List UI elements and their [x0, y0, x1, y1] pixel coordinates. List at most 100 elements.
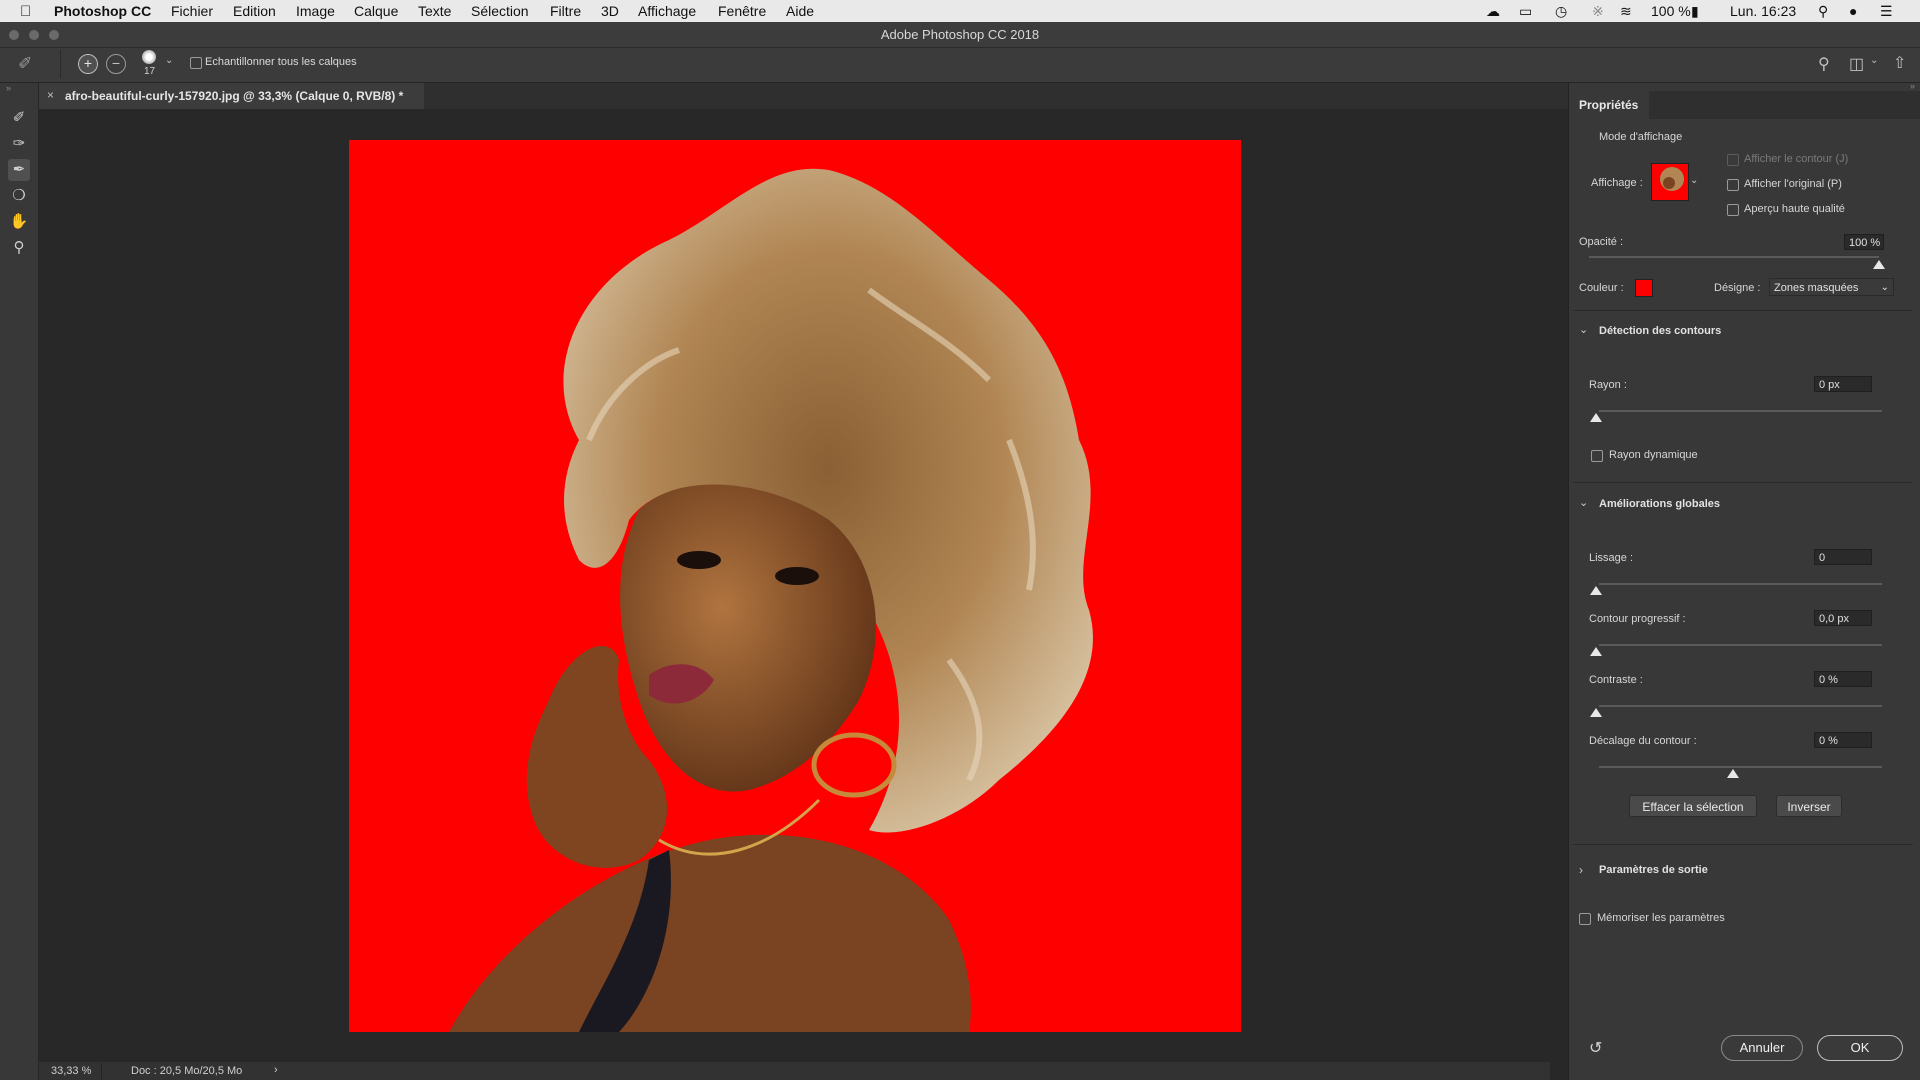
smart-radius-checkbox[interactable]	[1591, 450, 1603, 462]
time-machine-icon[interactable]: ◷	[1555, 3, 1567, 20]
view-mode-chevron-down-icon[interactable]: ⌄	[1690, 175, 1698, 186]
shift-edge-slider-track[interactable]	[1599, 766, 1882, 768]
clock[interactable]: Lun. 16:23	[1730, 3, 1796, 19]
creative-cloud-icon[interactable]: ☁	[1486, 3, 1500, 20]
apple-icon[interactable]: 	[20, 3, 31, 20]
smooth-slider-thumb[interactable]	[1590, 586, 1602, 595]
ok-button[interactable]: OK	[1817, 1035, 1903, 1061]
overlay-color-swatch[interactable]	[1635, 279, 1653, 297]
indicates-label: Désigne :	[1714, 282, 1761, 294]
show-edge-checkbox[interactable]	[1727, 154, 1739, 166]
divider	[1573, 482, 1913, 483]
document-tab-bar: × afro-beautiful-curly-157920.jpg @ 33,3…	[39, 83, 1569, 109]
global-refinements-chevron-down-icon[interactable]: ⌄	[1579, 496, 1588, 509]
zoom-level[interactable]: 33,33 %	[51, 1065, 91, 1077]
output-settings-chevron-right-icon[interactable]: ›	[1579, 863, 1583, 877]
brush-preview-icon[interactable]	[142, 50, 156, 64]
global-refinements-heading[interactable]: Améliorations globales	[1599, 498, 1720, 510]
high-quality-preview-checkbox[interactable]	[1727, 204, 1739, 216]
divider	[1573, 844, 1913, 845]
divider	[101, 1063, 102, 1079]
brush-picker-chevron-down-icon[interactable]: ⌄	[165, 55, 173, 66]
indicates-select[interactable]: Zones masquées ⌄	[1769, 278, 1894, 296]
document-tab-title: afro-beautiful-curly-157920.jpg @ 33,3% …	[65, 89, 404, 103]
menu-filtre[interactable]: Filtre	[550, 3, 581, 19]
feather-input[interactable]: 0,0 px	[1814, 610, 1872, 626]
invert-button[interactable]: Inverser	[1776, 795, 1842, 817]
battery-icon[interactable]: ▮	[1691, 3, 1699, 20]
remember-settings-checkbox[interactable]	[1579, 913, 1591, 925]
document-tab[interactable]: × afro-beautiful-curly-157920.jpg @ 33,3…	[39, 83, 424, 109]
workspace-icon[interactable]: ◫	[1849, 54, 1864, 74]
menu-affichage[interactable]: Affichage	[638, 3, 696, 19]
menu-fenetre[interactable]: Fenêtre	[718, 3, 766, 19]
menu-selection[interactable]: Sélection	[471, 3, 529, 19]
wifi-icon[interactable]: ≋	[1620, 3, 1632, 20]
cancel-button[interactable]: Annuler	[1721, 1035, 1803, 1061]
menu-3d[interactable]: 3D	[601, 3, 619, 19]
workspace-chevron-down-icon[interactable]: ⌄	[1870, 55, 1878, 66]
edge-detection-chevron-down-icon[interactable]: ⌄	[1579, 323, 1588, 336]
smart-radius-label: Rayon dynamique	[1609, 449, 1698, 461]
add-to-selection-icon[interactable]: +	[78, 54, 98, 74]
output-settings-heading[interactable]: Paramètres de sortie	[1599, 864, 1708, 876]
share-icon[interactable]: ⇧	[1893, 53, 1906, 73]
zoom-tool-icon[interactable]: ⚲	[8, 237, 30, 259]
contrast-slider-thumb[interactable]	[1590, 708, 1602, 717]
properties-panel: » Propriétés Mode d'affichage Affichage …	[1568, 81, 1920, 1080]
refine-edge-brush-tool-icon[interactable]: ✑	[8, 133, 30, 155]
contrast-slider-track[interactable]	[1599, 705, 1882, 707]
opacity-input[interactable]: 100 %	[1844, 234, 1884, 250]
feather-slider-track[interactable]	[1599, 644, 1882, 646]
tab-close-icon[interactable]: ×	[47, 88, 54, 102]
lasso-tool-icon[interactable]: ❍	[8, 185, 30, 207]
smooth-slider-track[interactable]	[1599, 583, 1882, 585]
indicates-select-value: Zones masquées	[1774, 282, 1859, 294]
search-icon[interactable]: ⚲	[1818, 54, 1830, 74]
sample-all-layers-checkbox[interactable]	[190, 57, 202, 69]
radius-slider-thumb[interactable]	[1590, 413, 1602, 422]
siri-icon[interactable]: ●	[1849, 3, 1857, 19]
tab-properties[interactable]: Propriétés	[1569, 91, 1649, 119]
collapse-panel-icon[interactable]: »	[1910, 81, 1915, 91]
menu-texte[interactable]: Texte	[418, 3, 451, 19]
clear-selection-button[interactable]: Effacer la sélection	[1629, 795, 1757, 817]
view-mode-heading: Mode d'affichage	[1599, 131, 1683, 143]
menu-edition[interactable]: Edition	[233, 3, 276, 19]
collapse-tools-icon[interactable]: »	[6, 83, 11, 93]
radius-slider-track[interactable]	[1599, 410, 1882, 412]
menu-aide[interactable]: Aide	[786, 3, 814, 19]
indicates-chevron-down-icon: ⌄	[1880, 282, 1889, 293]
radius-label: Rayon :	[1589, 379, 1627, 391]
subtract-from-selection-icon[interactable]: −	[106, 54, 126, 74]
shift-edge-input[interactable]: 0 %	[1814, 732, 1872, 748]
hand-tool-icon[interactable]: ✋	[8, 211, 30, 233]
quick-selection-tool-icon[interactable]: ✐	[8, 107, 30, 129]
opacity-slider-thumb[interactable]	[1873, 260, 1885, 269]
shift-edge-slider-thumb[interactable]	[1727, 769, 1739, 778]
edge-detection-heading[interactable]: Détection des contours	[1599, 325, 1721, 337]
view-mode-thumbnail[interactable]	[1651, 163, 1689, 201]
menu-app-name[interactable]: Photoshop CC	[54, 3, 151, 19]
radius-input[interactable]: 0 px	[1814, 376, 1872, 392]
menu-fichier[interactable]: Fichier	[171, 3, 213, 19]
reset-icon[interactable]: ↺	[1589, 1038, 1602, 1058]
menu-calque[interactable]: Calque	[354, 3, 398, 19]
spotlight-icon[interactable]: ⚲	[1818, 3, 1828, 20]
show-original-checkbox[interactable]	[1727, 179, 1739, 191]
panel-header: Propriétés	[1569, 91, 1920, 119]
opacity-slider-track[interactable]	[1589, 256, 1879, 258]
quick-selection-tool-preset-icon[interactable]: ✐	[18, 54, 32, 74]
status-menu-arrow-icon[interactable]: ›	[274, 1064, 278, 1076]
shift-edge-label: Décalage du contour :	[1589, 735, 1697, 747]
brush-tool-icon[interactable]: ✒	[8, 159, 30, 181]
menu-image[interactable]: Image	[296, 3, 335, 19]
smooth-input[interactable]: 0	[1814, 549, 1872, 565]
document-image[interactable]	[349, 140, 1241, 1032]
contrast-input[interactable]: 0 %	[1814, 671, 1872, 687]
notification-center-icon[interactable]: ☰	[1880, 3, 1893, 20]
airplay-icon[interactable]: ▭	[1519, 3, 1532, 20]
feather-slider-thumb[interactable]	[1590, 647, 1602, 656]
bluetooth-icon[interactable]: ※	[1592, 3, 1604, 20]
show-original-label: Afficher l'original (P)	[1744, 178, 1842, 190]
